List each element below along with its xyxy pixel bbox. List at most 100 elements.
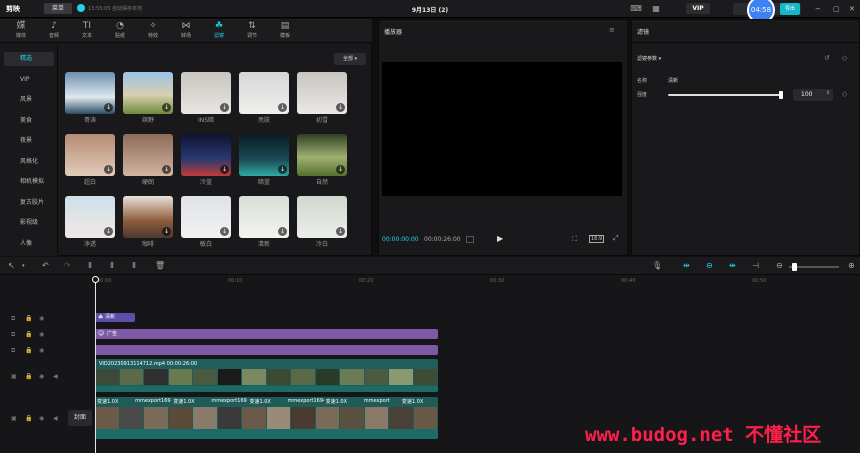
lock-icon[interactable]: 🔒 <box>25 331 32 338</box>
close-icon[interactable]: ✕ <box>849 5 855 13</box>
zoom-slider-handle[interactable] <box>792 263 797 271</box>
preview-axis-icon[interactable]: ⇹ <box>729 261 736 271</box>
lock-icon[interactable]: 🔒 <box>25 315 32 322</box>
filter-thumbnail[interactable]: ↓ <box>239 196 289 238</box>
tool-dropdown-icon[interactable]: ▾ <box>22 261 25 271</box>
vip-button[interactable]: VIP <box>686 3 710 14</box>
filter-thumbnail[interactable]: ↓ <box>65 72 115 114</box>
download-icon[interactable]: ↓ <box>220 227 229 236</box>
sidebar-item[interactable]: 风景 <box>4 93 54 107</box>
sidebar-item[interactable]: VIP <box>4 73 54 87</box>
filter-thumbnail[interactable]: ↓ <box>297 134 347 176</box>
download-icon[interactable]: ↓ <box>336 165 345 174</box>
zoom-in-icon[interactable]: ⊕ <box>848 261 855 271</box>
strength-slider[interactable] <box>668 94 782 96</box>
filter-thumbnail[interactable]: ↓ <box>297 72 347 114</box>
sidebar-item[interactable]: 精选 <box>4 52 54 66</box>
tab-3[interactable]: ◔ 贴纸 <box>105 20 135 42</box>
reset-icon[interactable]: ↺ <box>824 54 830 62</box>
sidebar-item[interactable]: 复古胶片 <box>4 196 54 210</box>
download-icon[interactable]: ↓ <box>104 103 113 112</box>
select-tool-icon[interactable]: ↖ <box>8 261 15 271</box>
player-menu-icon[interactable]: ≡ <box>609 26 615 34</box>
download-icon[interactable]: ↓ <box>104 227 113 236</box>
tab-1[interactable]: ♪ 音频 <box>39 20 69 42</box>
audio-icon[interactable]: ◀ <box>53 373 58 380</box>
stepper-icon[interactable]: ⇕ <box>826 90 830 96</box>
playhead[interactable] <box>95 276 96 453</box>
filter-all-dropdown[interactable]: 全部 ▾ <box>334 53 366 65</box>
download-icon[interactable]: ↓ <box>278 165 287 174</box>
eye-icon[interactable]: ◉ <box>39 415 44 422</box>
lock-icon[interactable]: 🔒 <box>25 347 32 354</box>
layout-icon[interactable]: ▦ <box>650 4 662 14</box>
filter-thumbnail[interactable]: ↓ <box>239 72 289 114</box>
delete-icon[interactable]: 🗑 <box>155 261 165 271</box>
tab-0[interactable]: 媒媒体 <box>6 20 36 42</box>
sidebar-item[interactable]: 相机模拟 <box>4 175 54 189</box>
split-icon[interactable]: Ⅱ <box>88 261 92 271</box>
eye-icon[interactable]: ◉ <box>39 331 44 338</box>
overlay-clips[interactable]: 变速1.0Xmmexport16945变速1.0Xmmexport1694579… <box>95 397 438 439</box>
filter-thumbnail[interactable]: ↓ <box>65 196 115 238</box>
filter-thumbnail[interactable]: ↓ <box>181 72 231 114</box>
download-icon[interactable]: ↓ <box>220 165 229 174</box>
undo-icon[interactable]: ↶ <box>42 261 49 271</box>
cover-button[interactable]: 封面 <box>68 410 92 426</box>
ad-clip[interactable]: 广告 <box>95 329 438 339</box>
microphone-icon[interactable]: 🎙 <box>652 261 662 271</box>
strength-slider-handle[interactable] <box>779 91 783 99</box>
link-main-icon[interactable]: ⇹ <box>683 261 690 271</box>
download-icon[interactable]: ↓ <box>336 103 345 112</box>
keyboard-icon[interactable]: ⌨ <box>630 4 642 14</box>
playhead-handle[interactable] <box>92 276 99 283</box>
track-type-icon[interactable]: ⧉ <box>11 331 15 339</box>
sidebar-item[interactable]: 人像 <box>4 237 54 251</box>
filter-thumbnail[interactable]: ↓ <box>65 134 115 176</box>
download-icon[interactable]: ↓ <box>278 103 287 112</box>
download-icon[interactable]: ↓ <box>162 103 171 112</box>
split-right-icon[interactable]: Ⅱ <box>132 261 136 271</box>
filter-thumbnail[interactable]: ↓ <box>123 72 173 114</box>
filter-thumbnail[interactable]: ↓ <box>123 196 173 238</box>
track-type-icon[interactable]: ⧉ <box>11 347 15 355</box>
maximize-icon[interactable]: ▢ <box>833 5 840 13</box>
sidebar-item[interactable]: 美食 <box>4 114 54 128</box>
redo-icon[interactable]: ↷ <box>64 261 71 271</box>
download-icon[interactable]: ↓ <box>162 165 171 174</box>
eye-icon[interactable]: ◉ <box>39 315 44 322</box>
eye-icon[interactable]: ◉ <box>39 373 44 380</box>
tab-5[interactable]: ⋈ 转场 <box>171 20 201 42</box>
download-icon[interactable]: ↓ <box>278 227 287 236</box>
zoom-out-icon[interactable]: ⊖ <box>776 261 783 271</box>
tab-2[interactable]: TI 文本 <box>72 20 102 42</box>
filter-thumbnail[interactable]: ↓ <box>123 134 173 176</box>
effect-clip[interactable] <box>95 345 438 355</box>
lock-icon[interactable]: 🔒 <box>25 415 32 422</box>
tab-7[interactable]: ⇅ 调节 <box>237 20 267 42</box>
audio-icon[interactable]: ◀ <box>53 415 58 422</box>
filter-thumbnail[interactable]: ↓ <box>181 134 231 176</box>
download-icon[interactable]: ↓ <box>162 227 171 236</box>
download-icon[interactable]: ↓ <box>336 227 345 236</box>
sidebar-item[interactable]: 影视级 <box>4 216 54 230</box>
grid-icon[interactable] <box>466 236 474 243</box>
aspect-ratio-button[interactable]: 16:9 <box>589 235 605 243</box>
keyframe-icon[interactable]: ◇ <box>842 54 847 62</box>
split-screen-icon[interactable]: ⊣ <box>752 261 759 271</box>
minimize-icon[interactable]: − <box>815 5 821 13</box>
fullscreen-crop-icon[interactable]: ⛶ <box>572 235 577 244</box>
sidebar-item[interactable]: 风格化 <box>4 155 54 169</box>
lock-icon[interactable]: 🔒 <box>25 373 32 380</box>
filter-thumbnail[interactable]: ↓ <box>239 134 289 176</box>
strength-keyframe-icon[interactable]: ◇ <box>842 90 847 98</box>
split-left-icon[interactable]: Ⅱ <box>110 261 114 271</box>
export-button[interactable]: 导出 <box>780 3 800 15</box>
video-track-icon[interactable]: ▣ <box>11 373 17 380</box>
filter-thumbnail[interactable]: ↓ <box>297 196 347 238</box>
play-button[interactable]: ▶ <box>497 234 503 243</box>
link-icon[interactable]: ⊖ <box>706 261 713 271</box>
tab-4[interactable]: ✧ 特效 <box>138 20 168 42</box>
tab-8[interactable]: ▤ 模板 <box>270 20 300 42</box>
video-track-icon[interactable]: ▣ <box>11 415 17 422</box>
